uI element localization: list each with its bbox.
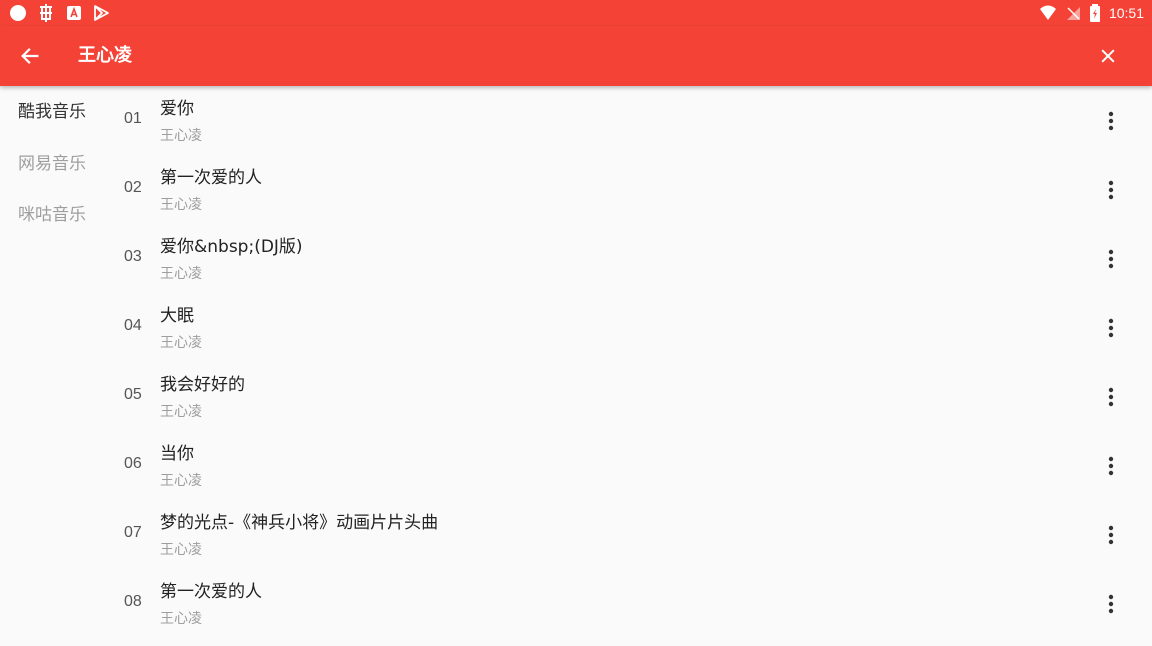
song-number: 07 [124, 524, 142, 541]
song-number: 03 [124, 248, 142, 265]
notification-icons [10, 3, 110, 23]
song-row[interactable]: 05 我会好好的 王心凌 [110, 362, 1152, 431]
page-title: 王心凌 [78, 45, 132, 66]
song-title: 当你 [160, 444, 194, 464]
more-options-button[interactable] [1096, 382, 1126, 412]
song-artist: 王心凌 [160, 335, 202, 351]
wifi-icon [1039, 5, 1056, 20]
song-artist: 王心凌 [160, 404, 202, 420]
more-vert-icon [1108, 456, 1114, 476]
song-artist: 王心凌 [160, 197, 202, 213]
song-number: 06 [124, 455, 142, 472]
song-artist: 王心凌 [160, 473, 202, 489]
system-icons: 10:51 [1039, 3, 1144, 23]
more-vert-icon [1108, 594, 1114, 614]
song-row[interactable]: 02 第一次爱的人 王心凌 [110, 155, 1152, 224]
song-title: 我会好好的 [160, 375, 245, 395]
song-number: 04 [124, 317, 142, 334]
song-list: 01 爱你 王心凌 02 第一次爱的人 王心凌 03 爱你&nbsp;(DJ版)… [110, 86, 1152, 646]
back-button[interactable] [14, 40, 46, 72]
more-options-button[interactable] [1096, 106, 1126, 136]
more-options-button[interactable] [1096, 313, 1126, 343]
more-vert-icon [1108, 525, 1114, 545]
song-title: 爱你&nbsp;(DJ版) [160, 237, 303, 257]
song-artist: 王心凌 [160, 611, 202, 627]
song-row[interactable]: 04 大眠 王心凌 [110, 293, 1152, 362]
source-sidebar: 酷我音乐 网易音乐 咪咕音乐 [0, 86, 110, 646]
source-kuwo[interactable]: 酷我音乐 [18, 100, 86, 124]
song-row[interactable]: 01 爱你 王心凌 [110, 86, 1152, 155]
song-number: 01 [124, 110, 142, 127]
more-options-button[interactable] [1096, 244, 1126, 274]
song-artist: 王心凌 [160, 128, 202, 144]
more-vert-icon [1108, 318, 1114, 338]
play-store-icon [94, 5, 109, 21]
song-number: 08 [124, 593, 142, 610]
battery-icon [1089, 4, 1100, 22]
song-number: 02 [124, 179, 142, 196]
more-options-button[interactable] [1096, 175, 1126, 205]
arrow-left-icon [21, 48, 39, 64]
song-title: 梦的光点-《神兵小将》动画片片头曲 [160, 513, 439, 533]
song-row[interactable]: 08 第一次爱的人 王心凌 [110, 569, 1152, 638]
bug-icon [40, 4, 52, 22]
more-options-button[interactable] [1096, 589, 1126, 619]
more-options-button[interactable] [1096, 451, 1126, 481]
more-vert-icon [1108, 387, 1114, 407]
close-icon [1101, 49, 1115, 63]
song-title: 大眠 [160, 306, 194, 326]
song-row[interactable]: 06 当你 王心凌 [110, 431, 1152, 500]
song-title: 第一次爱的人 [160, 582, 262, 602]
song-row[interactable]: 07 梦的光点-《神兵小将》动画片片头曲 王心凌 [110, 500, 1152, 569]
more-vert-icon [1108, 111, 1114, 131]
status-bar: 10:51 [0, 0, 1152, 26]
source-migu[interactable]: 咪咕音乐 [18, 203, 86, 227]
status-time: 10:51 [1108, 5, 1144, 21]
song-artist: 王心凌 [160, 542, 202, 558]
song-number: 05 [124, 386, 142, 403]
no-signal-icon [1066, 7, 1080, 20]
app-notification-icon [67, 6, 81, 20]
song-row[interactable]: 03 爱你&nbsp;(DJ版) 王心凌 [110, 224, 1152, 293]
close-button[interactable] [1092, 40, 1124, 72]
song-title: 第一次爱的人 [160, 168, 262, 188]
source-netease[interactable]: 网易音乐 [18, 152, 86, 176]
more-options-button[interactable] [1096, 520, 1126, 550]
more-vert-icon [1108, 249, 1114, 269]
more-vert-icon [1108, 180, 1114, 200]
circle-notification-icon [10, 5, 26, 21]
song-title: 爱你 [160, 99, 194, 119]
song-artist: 王心凌 [160, 266, 202, 282]
app-bar: 王心凌 [0, 26, 1152, 86]
